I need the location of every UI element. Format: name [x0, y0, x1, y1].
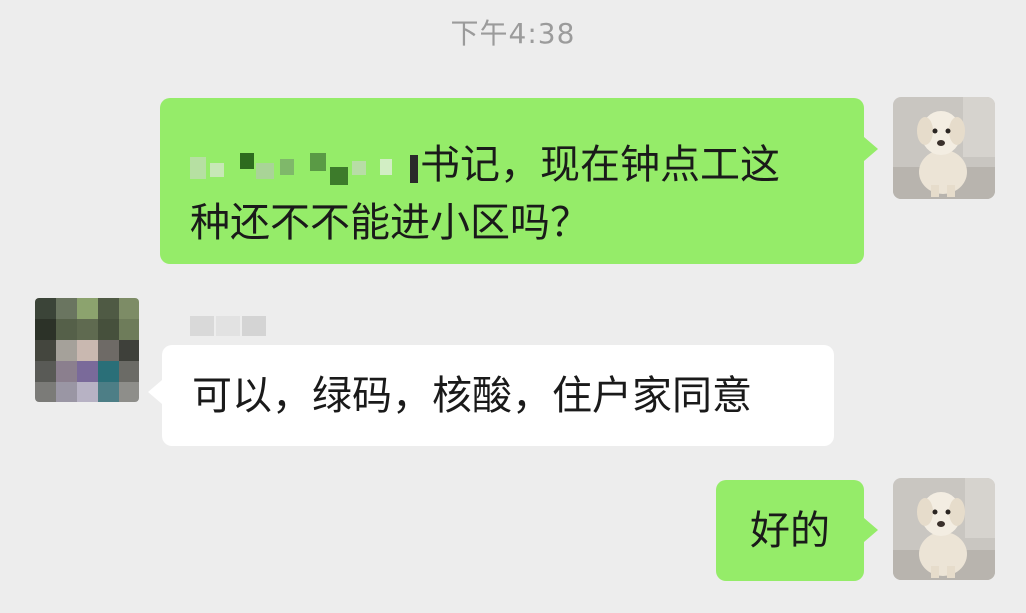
message-bubble-received[interactable]: 可以，绿码，核酸，住户家同意 [162, 345, 834, 446]
message-text: 可以，绿码，核酸，住户家同意 [192, 373, 752, 419]
message-text: 好的 [750, 508, 830, 554]
pixelated-avatar-icon[interactable] [35, 298, 139, 402]
bubble-tail [148, 380, 162, 404]
message-text-line2: 种还不不能进小区吗？ [190, 200, 590, 246]
message-line: 书记，现在钟点工这 [190, 136, 836, 194]
message-text-line1: 书记，现在钟点工这 [420, 142, 780, 188]
message-bubble-sent[interactable]: 书记，现在钟点工这 种还不不能进小区吗？ [160, 98, 864, 264]
message-timestamp: 下午4:38 [450, 17, 576, 50]
dog-avatar-icon[interactable] [893, 478, 995, 580]
bubble-tail [864, 137, 878, 161]
message-bubble-sent[interactable]: 好的 [716, 480, 864, 581]
redacted-name-block [190, 147, 420, 187]
bubble-tail [864, 518, 878, 542]
redacted-sender-name [190, 316, 266, 336]
dog-avatar-icon[interactable] [893, 97, 995, 199]
